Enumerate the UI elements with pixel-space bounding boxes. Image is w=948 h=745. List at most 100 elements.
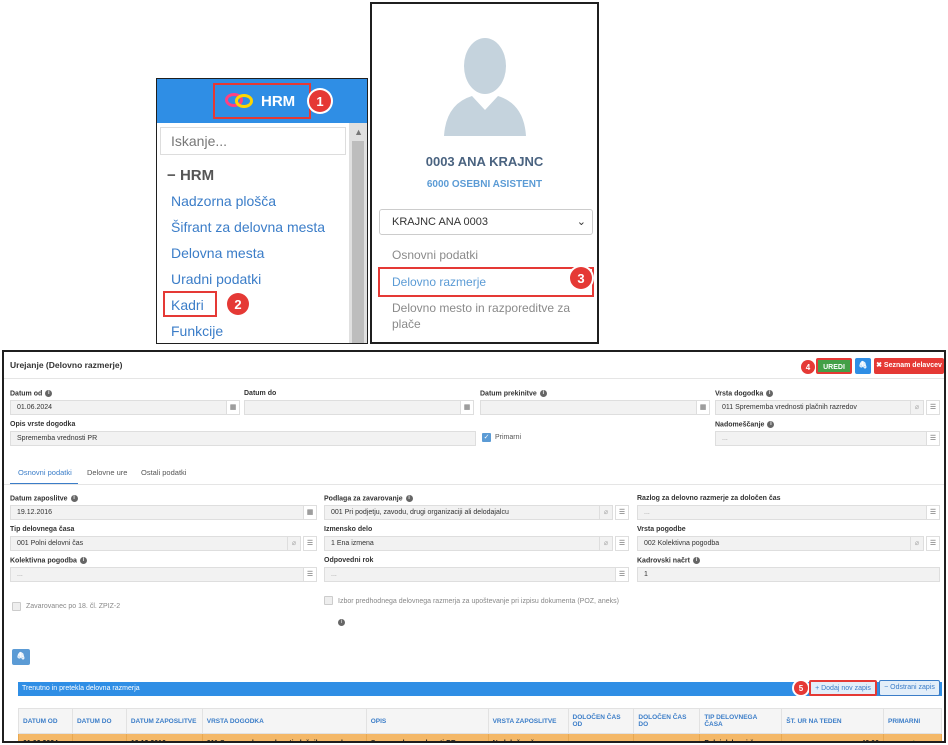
nadomescanje-field[interactable]: ... [715, 431, 929, 446]
col-dolocen-od[interactable]: DOLOČEN ČAS OD [567, 708, 635, 734]
col-vrsta-zaposlitve[interactable]: VRSTA ZAPOSLITVE [487, 708, 569, 734]
employee-select[interactable]: KRAJNC ANA 0003 ⌄ [379, 209, 593, 235]
check-icon: ✓ [882, 733, 943, 741]
col-dolocen-do[interactable]: DOLOČEN ČAS DO [633, 708, 701, 734]
menu-item-job-positions[interactable]: Delovna mesta [171, 245, 264, 261]
col-opis[interactable]: OPIS [365, 708, 489, 734]
menu-item-dashboard[interactable]: Nadzorna plošča [171, 193, 276, 209]
datum-zaposlitve-label: Datum zaposlitve i [10, 495, 78, 502]
datum-zaposlitve-field[interactable]: 19.12.2016 [10, 505, 314, 520]
primarni-label: Primarni [495, 434, 522, 441]
kolektivna-field[interactable]: ... [10, 567, 304, 582]
vrsta-pogodbe-label: Vrsta pogodbe [637, 526, 686, 533]
opis-vrste-field[interactable]: Sprememba vrednosti PR [10, 431, 476, 446]
col-primarni[interactable]: PRIMARNI [882, 708, 943, 734]
izmensko-field[interactable]: 1 Ena izmena [324, 536, 602, 551]
list-icon[interactable]: ☰ [303, 536, 317, 551]
scroll-up-icon[interactable]: ▲ [354, 127, 363, 137]
menu-item-official-data[interactable]: Uradni podatki [171, 271, 261, 287]
employment-grid: DATUM OD DATUM DO DATUM ZAPOSLITVE VRSTA… [18, 708, 943, 741]
employee-position: 6000 OSEBNI ASISTENT [426, 179, 543, 190]
employee-list-button[interactable]: ✖ Seznam delavcev [874, 358, 944, 374]
col-tip-casa[interactable]: TIP DELOVNEGA ČASA [699, 708, 783, 734]
datum-od-field[interactable]: 01.06.2024 [10, 400, 232, 415]
add-record-button[interactable]: + Dodaj nov zapis [809, 680, 877, 696]
nadomescanje-label: Nadomeščanje i [715, 421, 775, 428]
attachment-icon[interactable]: 🖇 [855, 358, 871, 374]
label-text: Kadrovski načrt [637, 557, 690, 565]
step-marker-4: 4 [801, 360, 815, 374]
col-vrsta-dogodka[interactable]: VRSTA DOGODKA [201, 708, 367, 734]
col-datum-od[interactable]: DATUM OD [18, 708, 73, 734]
primarni-checkbox[interactable]: ✓ [482, 433, 491, 442]
tab-other-data[interactable]: Ostali podatki [141, 468, 186, 477]
tip-label: Tip delovnega časa [10, 526, 75, 533]
sidebar-topbar: HRM 1 [157, 79, 367, 123]
odpovedni-label: Odpovedni rok [324, 557, 374, 564]
table-row[interactable]: 01.06.2024 19.12.2016 011 Sprememba vred… [18, 733, 943, 741]
kadrovski-field[interactable]: 1 [637, 567, 940, 582]
razlog-field[interactable]: ... [637, 505, 929, 520]
calendar-icon[interactable]: ▦ [303, 505, 317, 520]
clear-icon[interactable]: ⌀ [910, 536, 924, 551]
podlaga-field[interactable]: 001 Pri podjetju, zavodu, drugi organiza… [324, 505, 602, 520]
attachment-icon[interactable]: 🖇 [12, 649, 30, 665]
list-icon[interactable]: ☰ [615, 536, 629, 551]
employee-select-value: KRAJNC ANA 0003 [392, 216, 488, 228]
list-icon[interactable]: ☰ [615, 505, 629, 520]
col-datum-zaposlitve[interactable]: DATUM ZAPOSLITVE [125, 708, 203, 734]
calendar-icon[interactable]: ▦ [460, 400, 474, 415]
menu-section-hrm[interactable]: − HRM [167, 167, 214, 184]
label-text: Datum prekinitve [480, 390, 537, 398]
list-icon[interactable]: ☰ [615, 567, 629, 582]
remove-record-button[interactable]: − Odstrani zapis [879, 680, 940, 696]
calendar-icon[interactable]: ▦ [226, 400, 240, 415]
kolektivna-label: Kolektivna pogodba i [10, 557, 87, 564]
list-icon[interactable]: ☰ [303, 567, 317, 582]
datum-do-field[interactable] [244, 400, 466, 415]
info-icon: i [338, 619, 345, 626]
clear-icon[interactable]: ⌀ [287, 536, 301, 551]
datum-prekinitve-field[interactable] [480, 400, 702, 415]
cell-datum-od: 01.06.2024 [18, 733, 73, 741]
list-icon[interactable]: ☰ [926, 536, 940, 551]
label-text: Datum od [10, 390, 43, 398]
datum-od-label: Datum od i [10, 390, 53, 398]
hrm-app-logo[interactable]: HRM [213, 83, 311, 119]
tip-field[interactable]: 001 Polni delovni čas [10, 536, 288, 551]
tab-working-hours[interactable]: Delovne ure [87, 468, 127, 477]
datum-do-label: Datum do [244, 390, 277, 397]
zavarovanec-checkbox[interactable] [12, 602, 21, 611]
link-basic-data[interactable]: Osnovni podatki [392, 248, 478, 262]
menu-item-job-codes[interactable]: Šifrant za delovna mesta [171, 219, 325, 235]
clear-icon[interactable]: ⌀ [599, 505, 613, 520]
izbor-checkbox[interactable] [324, 596, 333, 605]
avatar-icon [444, 38, 526, 136]
hrm-logo-icon [225, 91, 255, 111]
info-icon: i [70, 495, 78, 502]
col-st-ur[interactable]: ŠT. UR NA TEDEN [781, 708, 884, 734]
scrollbar-thumb[interactable] [352, 141, 364, 343]
section-label: HRM [179, 167, 215, 184]
step-marker-1: 1 [309, 90, 331, 112]
vrsta-pogodbe-field[interactable]: 002 Kolektivna pogodba [637, 536, 915, 551]
info-icon: i [45, 390, 53, 397]
step-marker-5: 5 [794, 681, 808, 695]
clear-icon[interactable]: ⌀ [599, 536, 613, 551]
edit-button[interactable]: UREDI [816, 358, 852, 374]
info-icon: i [767, 421, 775, 428]
odpovedni-field[interactable]: ... [324, 567, 618, 582]
vrsta-dogodka-field[interactable]: 011 Sprememba vrednosti plačnih razredov [715, 400, 915, 415]
link-job-assignments[interactable]: Delovno mesto in razporeditve za plače [392, 300, 582, 332]
calendar-icon[interactable]: ▦ [696, 400, 710, 415]
menu-search-input[interactable]: Iskanje... [160, 127, 346, 155]
list-icon[interactable]: ☰ [926, 505, 940, 520]
cell-tip-casa: Polni delovni čas [699, 733, 783, 741]
razlog-label: Razlog za delovno razmerje za določen ča… [637, 495, 781, 502]
list-icon[interactable]: ☰ [926, 431, 940, 446]
col-datum-do[interactable]: DATUM DO [71, 708, 127, 734]
list-icon[interactable]: ☰ [926, 400, 940, 415]
clear-icon[interactable]: ⌀ [910, 400, 924, 415]
tab-basic-data[interactable]: Osnovni podatki [18, 468, 72, 477]
menu-item-functions[interactable]: Funkcije [171, 323, 223, 339]
